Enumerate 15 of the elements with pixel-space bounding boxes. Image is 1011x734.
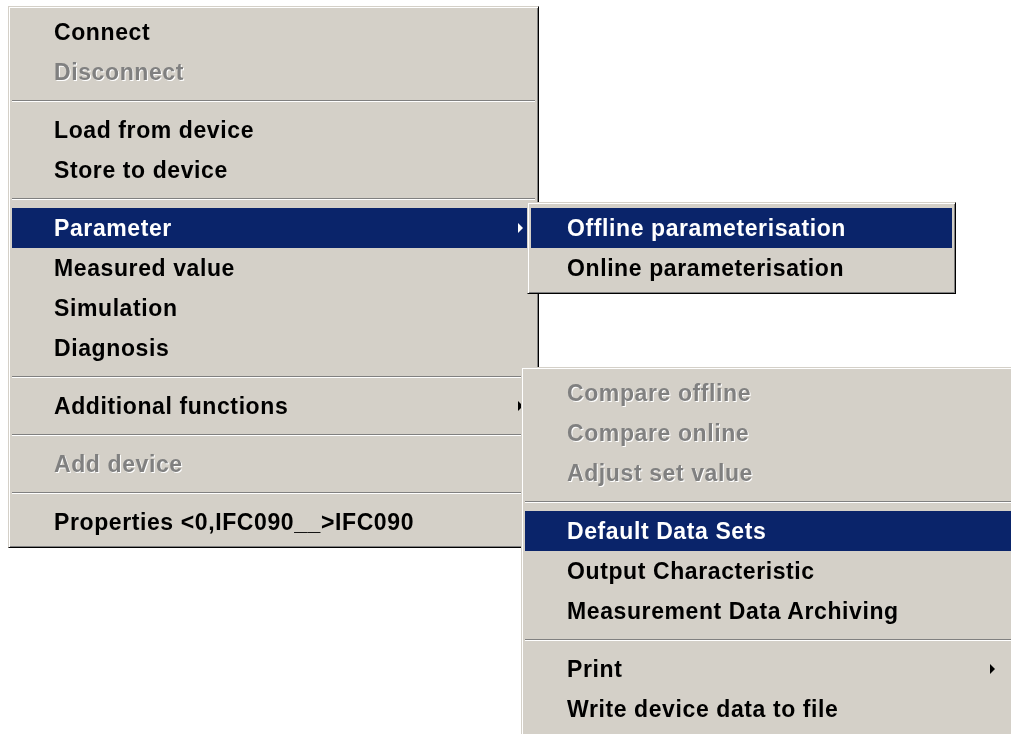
submenu-arrow-icon (990, 664, 995, 674)
menu-item[interactable]: Store to device (12, 150, 535, 190)
menu-item[interactable]: Online parameterisation (531, 248, 952, 288)
menu-item[interactable]: Connect (12, 12, 535, 52)
menu-item[interactable]: Default Data Sets (525, 511, 1011, 551)
menu-item[interactable]: Output Characteristic (525, 551, 1011, 591)
submenu-arrow-icon (518, 401, 523, 411)
menu-item[interactable]: Simulation (12, 288, 535, 328)
menu-item[interactable]: Diagnosis (12, 328, 535, 368)
menu-item[interactable]: Measurement Data Archiving (525, 591, 1011, 631)
menu-item[interactable]: Write device data to file (525, 689, 1011, 729)
menu-item[interactable]: Offline parameterisation (531, 208, 952, 248)
menu-item[interactable]: Load from device (12, 110, 535, 150)
menu-item[interactable]: Print (525, 649, 1011, 689)
submenu-arrow-icon (518, 223, 523, 233)
